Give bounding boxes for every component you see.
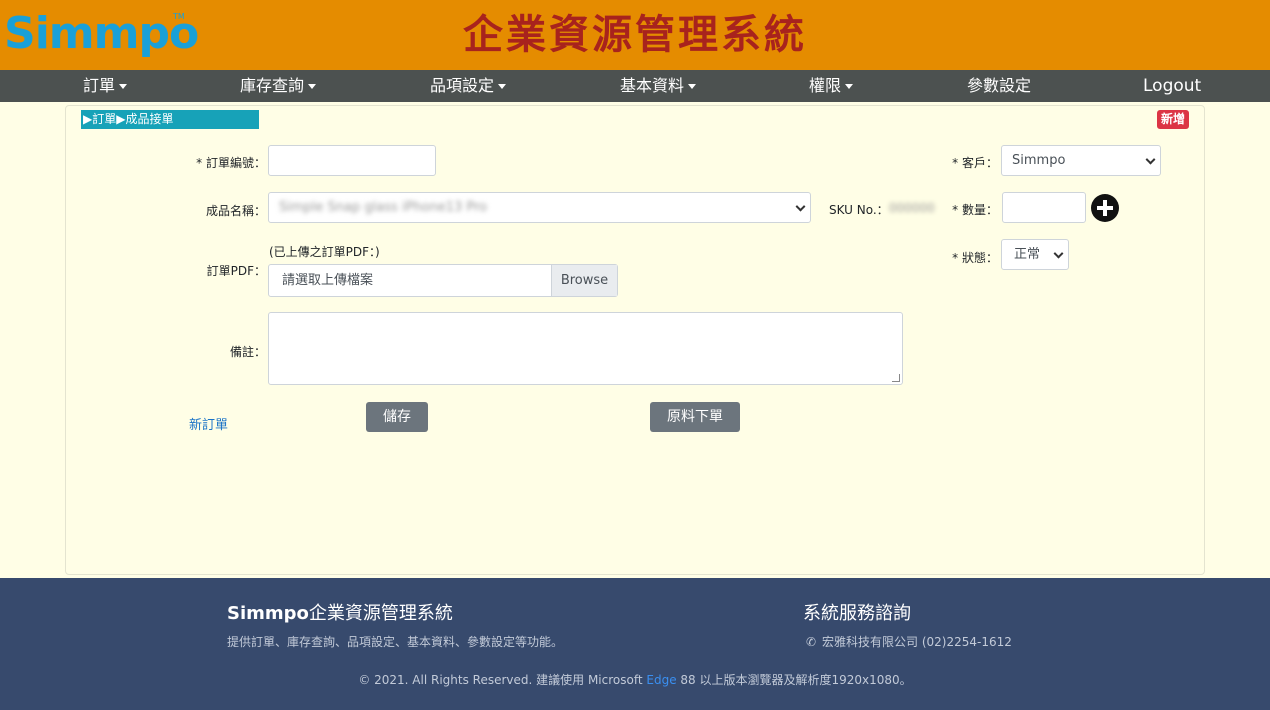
pdf-uploaded-note: (已上傳之訂單PDF：) (269, 245, 380, 259)
status-label: * 狀態： (952, 251, 998, 265)
main-nav: 訂單 庫存查詢 品項設定 基本資料 權限 參數設定 Logout (0, 70, 1270, 102)
sku-label: SKU No.： (829, 203, 889, 217)
status-select[interactable]: 正常 (1001, 239, 1069, 270)
nav-items[interactable]: 品項設定 (430, 70, 507, 102)
chevron-down-icon (1145, 154, 1156, 165)
nav-inventory[interactable]: 庫存查詢 (240, 70, 317, 102)
nav-orders-label: 訂單 (83, 76, 116, 95)
chevron-down-icon (795, 201, 806, 212)
caret-down-icon (498, 84, 507, 89)
nav-basic-data[interactable]: 基本資料 (620, 70, 697, 102)
caret-down-icon (308, 84, 317, 89)
system-title: 企業資源管理系統 (463, 11, 807, 58)
footer-brand-rest: 企業資源管理系統 (308, 603, 453, 624)
order-no-input[interactable] (268, 145, 436, 176)
nav-orders[interactable]: 訂單 (83, 70, 128, 102)
nav-inventory-label: 庫存查詢 (240, 76, 305, 95)
footer-brand-bold: Simmpo (227, 603, 309, 624)
nav-logout[interactable]: Logout (1143, 70, 1201, 102)
nav-items-label: 品項設定 (430, 76, 495, 95)
product-select[interactable]: Simple Snap glass iPhone13 Pro (268, 192, 811, 223)
header: Simmpo TM 企業資源管理系統 (0, 0, 1270, 70)
nav-permission-label: 權限 (809, 76, 842, 95)
caret-down-icon (845, 84, 854, 89)
footer-contact-text: 宏雅科技有限公司 (02)2254-1612 (822, 635, 1012, 649)
pdf-file-placeholder: 請選取上傳檔案 (282, 273, 374, 288)
nav-permission[interactable]: 權限 (809, 70, 854, 102)
edge-link[interactable]: Edge (646, 673, 676, 687)
footer-brand: Simmpo企業資源管理系統 (227, 599, 453, 625)
footer-description: 提供訂單、庫存查詢、品項設定、基本資料、參數設定等功能。 (227, 635, 564, 649)
footer-contact: ✆ 宏雅科技有限公司 (02)2254-1612 (806, 633, 1012, 650)
product-selected: Simple Snap glass iPhone13 Pro (279, 200, 488, 215)
qty-label: * 數量： (952, 203, 998, 217)
remark-textarea[interactable] (268, 312, 903, 385)
footer-copyright: © 2021. All Rights Reserved. 建議使用 Micros… (0, 671, 1270, 688)
customer-label: * 客戶： (952, 156, 998, 170)
nav-params[interactable]: 參數設定 (967, 70, 1031, 102)
chevron-down-icon (1053, 248, 1064, 259)
customer-select[interactable]: Simmpo (1001, 145, 1161, 176)
add-plus-icon[interactable] (1091, 194, 1119, 222)
copyright-post: 88 以上版本瀏覽器及解析度1920x1080。 (676, 673, 912, 687)
phone-icon: ✆ (806, 635, 817, 649)
sku-value: 000000 (889, 201, 935, 215)
caret-down-icon (119, 84, 128, 89)
save-button[interactable]: 儲存 (366, 402, 428, 432)
remark-label: 備註： (229, 345, 266, 359)
material-order-button[interactable]: 原料下單 (650, 402, 740, 432)
qty-input[interactable] (1002, 192, 1086, 223)
footer: Simmpo企業資源管理系統 提供訂單、庫存查詢、品項設定、基本資料、參數設定等… (0, 578, 1270, 710)
pdf-file-input[interactable]: 請選取上傳檔案 Browse (268, 264, 618, 297)
nav-basic-label: 基本資料 (620, 76, 685, 95)
copyright-pre: © 2021. All Rights Reserved. 建議使用 Micros… (358, 673, 647, 687)
breadcrumb: ▶訂單▶成品接單 (81, 110, 259, 129)
resize-handle-icon[interactable] (892, 374, 900, 382)
pdf-label: 訂單PDF： (206, 264, 266, 278)
new-order-link[interactable]: 新訂單 (189, 414, 228, 433)
product-label: 成品名稱： (205, 204, 266, 218)
caret-down-icon (688, 84, 697, 89)
browse-button[interactable]: Browse (551, 265, 617, 296)
customer-selected: Simmpo (1012, 153, 1066, 168)
new-badge: 新增 (1157, 110, 1190, 129)
footer-service-title: 系統服務諮詢 (803, 603, 911, 624)
status-selected: 正常 (1014, 247, 1041, 262)
order-no-label: * 訂單編號： (196, 156, 266, 170)
